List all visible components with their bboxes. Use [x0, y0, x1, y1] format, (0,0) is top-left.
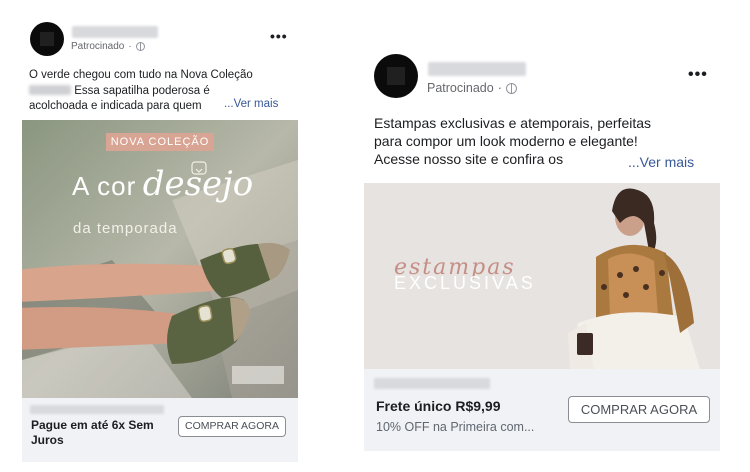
more-options-icon[interactable]: ••• — [270, 28, 288, 44]
sponsored-row: Patrocinado · — [427, 81, 517, 95]
page-name-redacted[interactable] — [72, 26, 158, 38]
new-collection-badge: NOVA COLEÇÃO — [106, 133, 214, 151]
footer-description: 10% OFF na Primeira com... — [376, 420, 535, 434]
sponsored-label[interactable]: Patrocinado — [71, 41, 124, 52]
brand-name-redacted — [29, 85, 71, 96]
ad-card-right: Patrocinado · ••• Estampas exclusivas e … — [362, 48, 724, 456]
creative-illustration — [22, 120, 298, 398]
ad-image[interactable]: estampas EXCLUSIVAS — [364, 183, 720, 369]
see-more-link[interactable]: ...Ver mais — [628, 154, 694, 170]
globe-icon — [505, 82, 517, 94]
ad-text-line: Essa sapatilha poderosa é — [29, 84, 299, 100]
creative-caps-text: EXCLUSIVAS — [394, 273, 536, 293]
ad-footer: Frete único R$9,99 10% OFF na Primeira c… — [364, 369, 720, 451]
ad-text-line: para compor um look moderno e elegante! — [374, 133, 638, 150]
creative-headline: A cor desejo — [72, 164, 253, 204]
page-name-redacted[interactable] — [428, 62, 526, 76]
page-avatar[interactable] — [30, 22, 64, 56]
page-avatar[interactable] — [374, 54, 418, 98]
globe-icon — [135, 42, 145, 51]
headline-part2: da temporada — [73, 220, 178, 237]
more-options-icon[interactable]: ••• — [688, 66, 708, 84]
buy-now-button[interactable]: COMPRAR AGORA — [568, 396, 710, 423]
ad-image[interactable]: NOVA COLEÇÃO A cor desejo da temporada — [22, 120, 298, 398]
display-url-redacted — [374, 378, 490, 389]
footer-headline[interactable]: Pague em até 6x Sem Juros — [31, 418, 181, 448]
sponsored-row: Patrocinado · — [71, 41, 145, 52]
buy-now-button[interactable]: COMPRAR AGORA — [178, 416, 286, 437]
footer-headline[interactable]: Frete único R$9,99 — [376, 398, 501, 414]
ad-card-left: Patrocinado · ••• O verde chegou com tud… — [20, 14, 302, 462]
display-url-redacted — [30, 405, 164, 414]
headline-script: desejo — [142, 164, 254, 204]
ad-text-line: O verde chegou com tudo na Nova Coleção — [29, 69, 253, 81]
sponsored-label[interactable]: Patrocinado — [427, 81, 494, 95]
ad-text-line-2: Essa sapatilha poderosa é — [74, 84, 210, 97]
headline-part1: A cor — [72, 171, 137, 201]
see-more-link[interactable]: ...Ver mais — [224, 98, 278, 110]
ad-text-line: Estampas exclusivas e atemporais, perfei… — [374, 115, 652, 131]
ad-footer: Pague em até 6x Sem Juros COMPRAR AGORA — [22, 398, 298, 462]
badge-text: NOVA COLEÇÃO — [110, 136, 210, 148]
